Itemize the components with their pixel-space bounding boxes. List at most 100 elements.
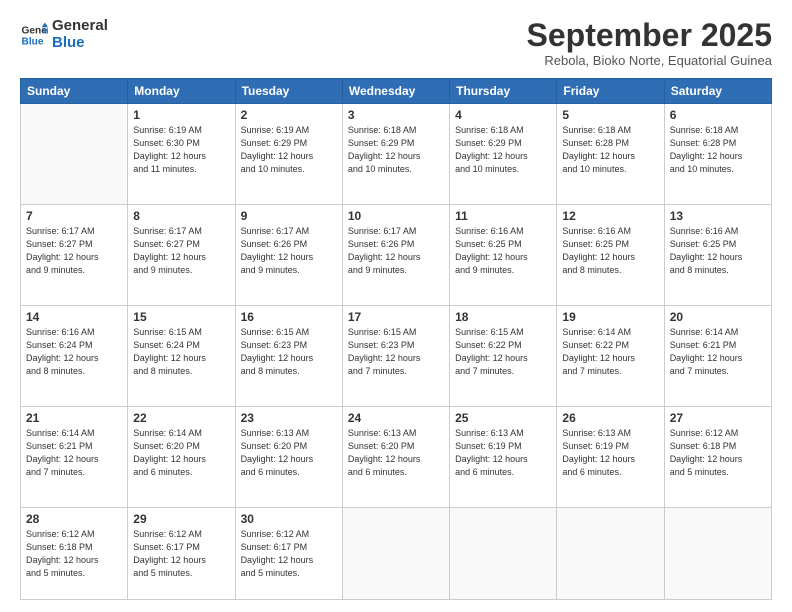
calendar-cell — [21, 104, 128, 205]
calendar-cell — [342, 508, 449, 600]
calendar-cell: 5 Sunrise: 6:18 AM Sunset: 6:28 PM Daylig… — [557, 104, 664, 205]
calendar-cell: 18Sunrise: 6:15 AM Sunset: 6:22 PM Dayli… — [450, 306, 557, 407]
calendar-cell: 15 Sunrise: 6:15 AM Sunset: 6:24 PM Dayli… — [128, 306, 235, 407]
day-info: Sunrise: 6:12 AM Sunset: 6:18 PM Dayligh… — [26, 528, 122, 580]
title-block: September 2025 Rebola, Bioko Norte, Equa… — [527, 18, 772, 68]
calendar-cell: 22 Sunrise: 6:14 AM Sunset: 6:20 PM Dayli… — [128, 407, 235, 508]
day-info: Sunrise: 6:16 AM Sunset: 6:25 PM Dayligh… — [455, 225, 551, 277]
month-title: September 2025 — [527, 18, 772, 53]
calendar-header: Sunday Monday Tuesday Wednesday Thursday… — [21, 79, 772, 104]
day-number: 20 — [670, 310, 766, 324]
day-info: Sunrise: 6:17 AM Sunset: 6:27 PM Dayligh… — [26, 225, 122, 277]
day-info: Sunrise: 6:15 AM Sunset: 6:24 PM Dayligh… — [133, 326, 229, 378]
day-number: 8 — [133, 209, 229, 223]
logo-blue: Blue — [52, 35, 108, 52]
day-info: Sunrise: 6:13 AM Sunset: 6:19 PM Dayligh… — [455, 427, 551, 479]
calendar-cell — [450, 508, 557, 600]
calendar-cell: 1 Sunrise: 6:19 AM Sunset: 6:30 PM Daylig… — [128, 104, 235, 205]
header-row: Sunday Monday Tuesday Wednesday Thursday… — [21, 79, 772, 104]
calendar-cell: 23 Sunrise: 6:13 AM Sunset: 6:20 PM Dayli… — [235, 407, 342, 508]
day-number: 5 — [562, 108, 658, 122]
calendar-cell: 16 Sunrise: 6:15 AM Sunset: 6:23 PM Dayli… — [235, 306, 342, 407]
calendar-cell: 30 Sunrise: 6:12 AM Sunset: 6:17 PM Dayli… — [235, 508, 342, 600]
day-number: 16 — [241, 310, 337, 324]
day-number: 1 — [133, 108, 229, 122]
day-info: Sunrise: 6:16 AM Sunset: 6:25 PM Dayligh… — [670, 225, 766, 277]
location: Rebola, Bioko Norte, Equatorial Guinea — [527, 53, 772, 68]
calendar-cell: 4Sunrise: 6:18 AM Sunset: 6:29 PM Daylig… — [450, 104, 557, 205]
header-saturday: Saturday — [664, 79, 771, 104]
header-monday: Monday — [128, 79, 235, 104]
day-number: 28 — [26, 512, 122, 526]
calendar-cell: 20 Sunrise: 6:14 AM Sunset: 6:21 PM Dayli… — [664, 306, 771, 407]
calendar-week-1: 1 Sunrise: 6:19 AM Sunset: 6:30 PM Daylig… — [21, 104, 772, 205]
calendar-cell: 11 Sunrise: 6:16 AM Sunset: 6:25 PM Dayli… — [450, 205, 557, 306]
calendar-cell: 2 Sunrise: 6:19 AM Sunset: 6:29 PM Daylig… — [235, 104, 342, 205]
calendar-cell: 10Sunrise: 6:17 AM Sunset: 6:26 PM Dayli… — [342, 205, 449, 306]
calendar-week-3: 14 Sunrise: 6:16 AM Sunset: 6:24 PM Dayli… — [21, 306, 772, 407]
day-info: Sunrise: 6:16 AM Sunset: 6:25 PM Dayligh… — [562, 225, 658, 277]
calendar-cell: 24 Sunrise: 6:13 AM Sunset: 6:20 PM Dayli… — [342, 407, 449, 508]
day-info: Sunrise: 6:14 AM Sunset: 6:20 PM Dayligh… — [133, 427, 229, 479]
calendar-cell: 13 Sunrise: 6:16 AM Sunset: 6:25 PM Dayli… — [664, 205, 771, 306]
day-info: Sunrise: 6:14 AM Sunset: 6:21 PM Dayligh… — [26, 427, 122, 479]
day-number: 2 — [241, 108, 337, 122]
day-number: 21 — [26, 411, 122, 425]
day-number: 23 — [241, 411, 337, 425]
day-info: Sunrise: 6:15 AM Sunset: 6:23 PM Dayligh… — [241, 326, 337, 378]
header-tuesday: Tuesday — [235, 79, 342, 104]
day-number: 18 — [455, 310, 551, 324]
day-info: Sunrise: 6:14 AM Sunset: 6:21 PM Dayligh… — [670, 326, 766, 378]
day-number: 6 — [670, 108, 766, 122]
day-number: 29 — [133, 512, 229, 526]
day-number: 10 — [348, 209, 444, 223]
calendar-cell: 28 Sunrise: 6:12 AM Sunset: 6:18 PM Dayli… — [21, 508, 128, 600]
header-sunday: Sunday — [21, 79, 128, 104]
logo-icon: General Blue — [20, 21, 48, 49]
calendar-week-5: 28 Sunrise: 6:12 AM Sunset: 6:18 PM Dayli… — [21, 508, 772, 600]
day-info: Sunrise: 6:13 AM Sunset: 6:20 PM Dayligh… — [348, 427, 444, 479]
day-number: 22 — [133, 411, 229, 425]
calendar-week-2: 7Sunrise: 6:17 AM Sunset: 6:27 PM Daylig… — [21, 205, 772, 306]
calendar-cell: 27 Sunrise: 6:12 AM Sunset: 6:18 PM Dayli… — [664, 407, 771, 508]
calendar-table: Sunday Monday Tuesday Wednesday Thursday… — [20, 78, 772, 600]
day-info: Sunrise: 6:16 AM Sunset: 6:24 PM Dayligh… — [26, 326, 122, 378]
calendar-week-4: 21 Sunrise: 6:14 AM Sunset: 6:21 PM Dayli… — [21, 407, 772, 508]
day-info: Sunrise: 6:15 AM Sunset: 6:23 PM Dayligh… — [348, 326, 444, 378]
day-info: Sunrise: 6:19 AM Sunset: 6:29 PM Dayligh… — [241, 124, 337, 176]
day-info: Sunrise: 6:18 AM Sunset: 6:29 PM Dayligh… — [348, 124, 444, 176]
calendar-cell: 29 Sunrise: 6:12 AM Sunset: 6:17 PM Dayli… — [128, 508, 235, 600]
day-info: Sunrise: 6:19 AM Sunset: 6:30 PM Dayligh… — [133, 124, 229, 176]
day-info: Sunrise: 6:17 AM Sunset: 6:26 PM Dayligh… — [241, 225, 337, 277]
day-info: Sunrise: 6:12 AM Sunset: 6:17 PM Dayligh… — [241, 528, 337, 580]
page: General Blue General Blue September 2025… — [0, 0, 792, 612]
day-info: Sunrise: 6:18 AM Sunset: 6:28 PM Dayligh… — [562, 124, 658, 176]
header-friday: Friday — [557, 79, 664, 104]
header-wednesday: Wednesday — [342, 79, 449, 104]
calendar-cell: 12Sunrise: 6:16 AM Sunset: 6:25 PM Dayli… — [557, 205, 664, 306]
day-number: 25 — [455, 411, 551, 425]
day-number: 14 — [26, 310, 122, 324]
day-number: 19 — [562, 310, 658, 324]
svg-text:Blue: Blue — [22, 36, 44, 47]
calendar-cell — [557, 508, 664, 600]
day-number: 13 — [670, 209, 766, 223]
day-number: 4 — [455, 108, 551, 122]
calendar-body: 1 Sunrise: 6:19 AM Sunset: 6:30 PM Daylig… — [21, 104, 772, 600]
day-number: 30 — [241, 512, 337, 526]
calendar-cell: 8 Sunrise: 6:17 AM Sunset: 6:27 PM Daylig… — [128, 205, 235, 306]
calendar-cell: 9Sunrise: 6:17 AM Sunset: 6:26 PM Daylig… — [235, 205, 342, 306]
day-number: 15 — [133, 310, 229, 324]
day-number: 11 — [455, 209, 551, 223]
day-info: Sunrise: 6:12 AM Sunset: 6:18 PM Dayligh… — [670, 427, 766, 479]
calendar-cell: 7Sunrise: 6:17 AM Sunset: 6:27 PM Daylig… — [21, 205, 128, 306]
header-thursday: Thursday — [450, 79, 557, 104]
day-info: Sunrise: 6:14 AM Sunset: 6:22 PM Dayligh… — [562, 326, 658, 378]
day-number: 27 — [670, 411, 766, 425]
day-number: 17 — [348, 310, 444, 324]
day-info: Sunrise: 6:12 AM Sunset: 6:17 PM Dayligh… — [133, 528, 229, 580]
day-info: Sunrise: 6:17 AM Sunset: 6:27 PM Dayligh… — [133, 225, 229, 277]
calendar-cell: 6Sunrise: 6:18 AM Sunset: 6:28 PM Daylig… — [664, 104, 771, 205]
day-number: 24 — [348, 411, 444, 425]
day-info: Sunrise: 6:13 AM Sunset: 6:20 PM Dayligh… — [241, 427, 337, 479]
